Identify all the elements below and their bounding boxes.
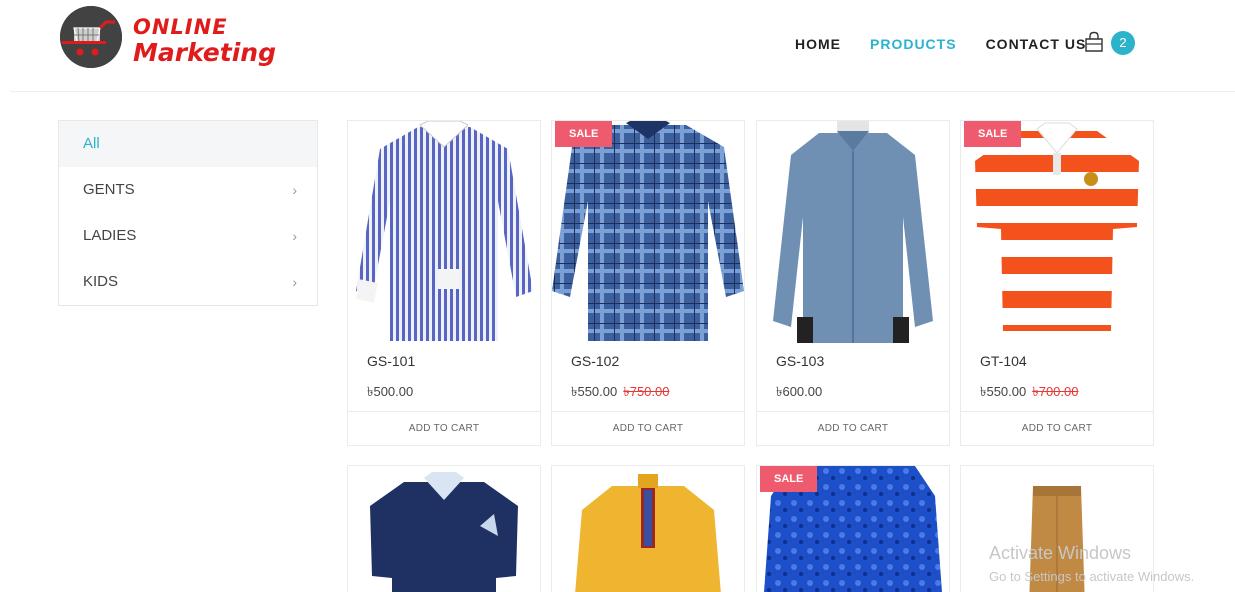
watermark-title: Activate Windows bbox=[989, 543, 1132, 563]
category-label: LADIES bbox=[83, 227, 137, 244]
product-card[interactable] bbox=[551, 465, 745, 592]
category-label: GENTS bbox=[83, 181, 135, 198]
product-card[interactable]: GS-103 ৳600.00 ADD TO CART bbox=[756, 120, 950, 446]
category-label: KIDS bbox=[83, 273, 119, 290]
product-code[interactable]: GS-101 bbox=[367, 353, 415, 369]
add-to-cart-button[interactable]: ADD TO CART bbox=[552, 411, 744, 445]
sale-badge: SALE bbox=[964, 121, 1022, 147]
product-card[interactable]: GS-101 ৳500.00 ADD TO CART bbox=[347, 120, 541, 446]
product-image[interactable]: SALE bbox=[757, 466, 949, 592]
nav-products[interactable]: PRODUCTS bbox=[870, 36, 957, 52]
product-price: ৳550.00 ৳750.00 bbox=[571, 383, 670, 404]
main-nav: HOME PRODUCTS CONTACT US bbox=[795, 34, 1115, 54]
chevron-right-icon: › bbox=[292, 274, 297, 290]
product-image[interactable] bbox=[552, 466, 744, 592]
product-price: ৳550.00 ৳700.00 bbox=[980, 383, 1079, 404]
product-price: ৳600.00 bbox=[776, 383, 822, 404]
windows-activation-watermark: Activate Windows Go to Settings to activ… bbox=[989, 543, 1194, 584]
category-label: All bbox=[83, 135, 100, 152]
category-kids[interactable]: KIDS › bbox=[59, 259, 317, 305]
cart-count-badge[interactable]: 2 bbox=[1111, 31, 1135, 55]
old-price: ৳750.00 bbox=[623, 384, 670, 399]
chevron-right-icon: › bbox=[292, 228, 297, 244]
add-to-cart-button[interactable]: ADD TO CART bbox=[348, 411, 540, 445]
sale-badge: SALE bbox=[760, 466, 818, 492]
shopping-bag-icon[interactable] bbox=[1083, 31, 1105, 53]
chevron-right-icon: › bbox=[292, 182, 297, 198]
product-code[interactable]: GS-103 bbox=[776, 353, 824, 369]
current-price: ৳600.00 bbox=[776, 384, 823, 399]
category-gents[interactable]: GENTS › bbox=[59, 167, 317, 213]
product-card[interactable]: SALE bbox=[756, 465, 950, 592]
logo-wordmark: ONLINE Marketing bbox=[133, 14, 276, 66]
cart-logo-icon bbox=[60, 6, 122, 68]
current-price: ৳550.00 bbox=[571, 384, 618, 399]
product-image[interactable] bbox=[348, 466, 540, 592]
product-image[interactable]: SALE bbox=[961, 121, 1153, 343]
current-price: ৳550.00 bbox=[980, 384, 1027, 399]
nav-home[interactable]: HOME bbox=[795, 36, 841, 52]
logo-line-1: ONLINE bbox=[133, 15, 228, 39]
logo-line-2: Marketing bbox=[133, 38, 276, 67]
product-image[interactable] bbox=[757, 121, 949, 343]
old-price: ৳700.00 bbox=[1032, 384, 1079, 399]
product-code[interactable]: GS-102 bbox=[571, 353, 619, 369]
product-card[interactable]: SALE GS-102 ৳550.00 ৳750.00 ADD TO CART bbox=[551, 120, 745, 446]
site-header: ONLINE Marketing HOME PRODUCTS CONTACT U… bbox=[0, 0, 1235, 92]
product-card[interactable] bbox=[347, 465, 541, 592]
current-price: ৳500.00 bbox=[367, 384, 414, 399]
add-to-cart-button[interactable]: ADD TO CART bbox=[961, 411, 1153, 445]
header-divider bbox=[10, 91, 1235, 92]
product-image[interactable]: SALE bbox=[552, 121, 744, 343]
sale-badge: SALE bbox=[555, 121, 613, 147]
product-code[interactable]: GT-104 bbox=[980, 353, 1027, 369]
product-image[interactable] bbox=[348, 121, 540, 343]
category-sidebar: All GENTS › LADIES › KIDS › bbox=[58, 120, 318, 306]
category-all[interactable]: All bbox=[59, 121, 317, 167]
category-ladies[interactable]: LADIES › bbox=[59, 213, 317, 259]
site-logo[interactable]: ONLINE Marketing bbox=[60, 6, 276, 76]
nav-contact-us[interactable]: CONTACT US bbox=[986, 36, 1087, 52]
add-to-cart-button[interactable]: ADD TO CART bbox=[757, 411, 949, 445]
watermark-subtitle: Go to Settings to activate Windows. bbox=[989, 569, 1195, 584]
product-card[interactable]: SALE GT-104 ৳550.00 ৳700.00 ADD TO CART bbox=[960, 120, 1154, 446]
product-price: ৳500.00 bbox=[367, 383, 413, 404]
